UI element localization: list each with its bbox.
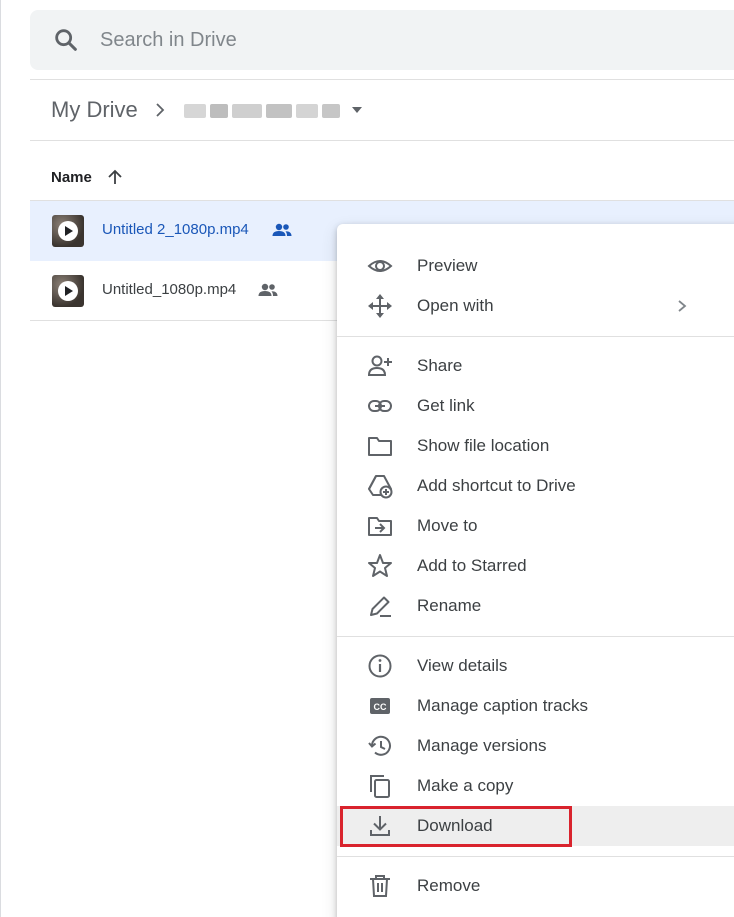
- play-icon: [58, 281, 78, 301]
- menu-item-label: Manage versions: [417, 736, 547, 755]
- shared-people-icon: [258, 283, 278, 296]
- move-arrows-icon: [368, 294, 392, 318]
- menu-item-label: Move to: [417, 516, 478, 535]
- menu-divider: [337, 336, 734, 337]
- copy-icon: [370, 775, 390, 798]
- menu-item-label: Add to Starred: [417, 556, 527, 575]
- menu-item-label: Show file location: [417, 436, 550, 455]
- folder-icon: [368, 437, 392, 456]
- breadcrumb-current-folder-redacted[interactable]: [183, 97, 340, 123]
- menu-item-rename[interactable]: Rename: [337, 586, 734, 626]
- breadcrumb-divider: [30, 140, 734, 141]
- menu-item-label: Rename: [417, 596, 482, 615]
- play-icon: [58, 221, 78, 241]
- menu-item-get-link[interactable]: Get link: [337, 386, 734, 426]
- file-name: Untitled 2_1080p.mp4: [102, 221, 249, 238]
- menu-item-label: Remove: [417, 876, 481, 895]
- download-icon: [370, 816, 390, 836]
- chevron-right-icon: [156, 103, 165, 117]
- svg-text:CC: CC: [374, 702, 387, 712]
- trash-icon: [370, 875, 390, 897]
- menu-divider: [337, 856, 734, 857]
- eye-icon: [367, 260, 393, 272]
- menu-item-manage-versions[interactable]: Manage versions: [337, 726, 734, 766]
- menu-item-add-to-starred[interactable]: Add to Starred: [337, 546, 734, 586]
- menu-divider: [337, 636, 734, 637]
- menu-item-label: Download: [417, 816, 493, 835]
- context-menu: Preview Open with Share Get link Show fi…: [337, 224, 734, 917]
- breadcrumb-my-drive[interactable]: My Drive: [51, 97, 138, 123]
- breadcrumb: My Drive: [51, 94, 364, 126]
- caret-down-icon[interactable]: [350, 103, 364, 117]
- shared-people-icon: [272, 223, 292, 236]
- search-input[interactable]: [100, 26, 500, 54]
- menu-item-label: Add shortcut to Drive: [417, 476, 576, 495]
- star-icon: [368, 554, 392, 577]
- menu-item-make-a-copy[interactable]: Make a copy: [337, 766, 734, 806]
- pencil-icon: [370, 596, 391, 617]
- person-add-icon: [367, 355, 392, 376]
- menu-item-label: Make a copy: [417, 776, 514, 795]
- menu-item-show-file-location[interactable]: Show file location: [337, 426, 734, 466]
- menu-item-label: Share: [417, 356, 463, 375]
- window-edge: [0, 0, 1, 917]
- menu-item-share[interactable]: Share: [337, 346, 734, 386]
- move-to-folder-icon: [368, 517, 392, 536]
- header-divider: [30, 79, 734, 80]
- menu-item-manage-caption-tracks[interactable]: CC Manage caption tracks: [337, 686, 734, 726]
- video-thumbnail: [52, 275, 84, 307]
- menu-item-label: Get link: [417, 396, 475, 415]
- menu-item-view-details[interactable]: View details: [337, 646, 734, 686]
- link-icon: [368, 400, 392, 412]
- menu-item-remove[interactable]: Remove: [337, 866, 734, 906]
- history-icon: [368, 735, 391, 756]
- cc-icon: CC: [370, 698, 390, 714]
- menu-item-download[interactable]: Download: [337, 806, 734, 846]
- menu-item-preview[interactable]: Preview: [337, 246, 734, 286]
- menu-item-label: Open with: [417, 296, 494, 315]
- menu-item-label: Manage caption tracks: [417, 696, 589, 715]
- search-icon[interactable]: [52, 26, 80, 54]
- video-thumbnail: [52, 215, 84, 247]
- search-bar[interactable]: [30, 10, 734, 70]
- file-name: Untitled_1080p.mp4: [102, 281, 237, 298]
- menu-item-open-with[interactable]: Open with: [337, 286, 734, 326]
- arrow-up-icon[interactable]: [106, 168, 124, 186]
- menu-item-move-to[interactable]: Move to: [337, 506, 734, 546]
- column-header: Name: [51, 165, 124, 189]
- menu-item-label: Preview: [417, 256, 478, 275]
- menu-item-label: View details: [417, 656, 508, 675]
- info-icon: [368, 654, 392, 678]
- column-name-label[interactable]: Name: [51, 169, 92, 186]
- menu-item-add-shortcut[interactable]: Add shortcut to Drive: [337, 466, 734, 506]
- drive-shortcut-icon: [368, 475, 393, 499]
- chevron-right-icon: [678, 300, 687, 312]
